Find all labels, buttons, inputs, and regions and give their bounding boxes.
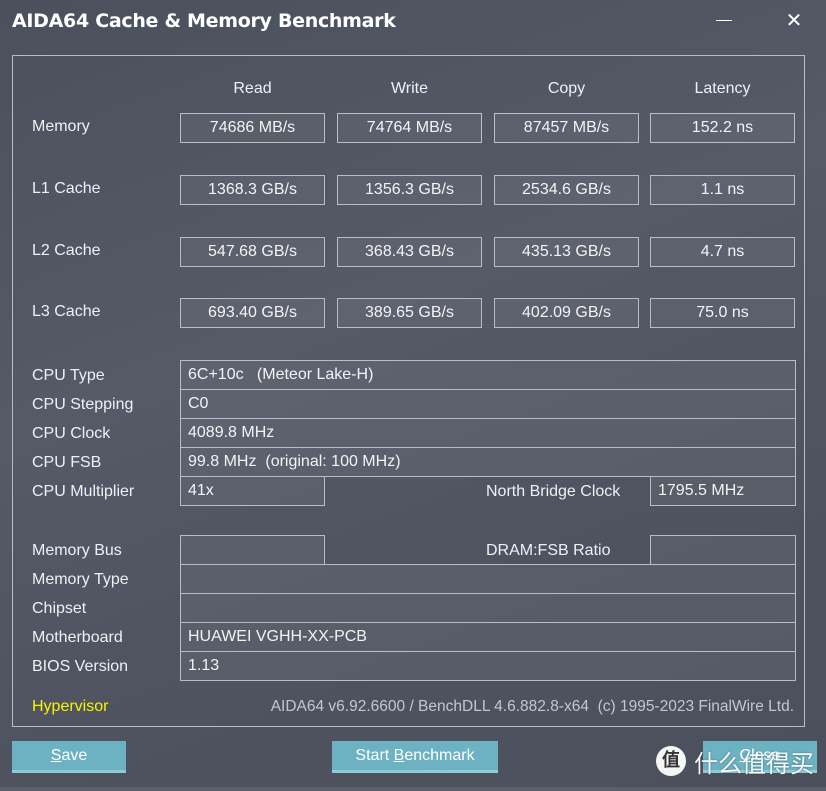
column-header-write: Write [390,80,429,97]
cpu-multiplier-value: 41x [180,476,325,506]
cpu-fsb-value: 99.8 MHz (original: 100 MHz) [180,447,796,477]
l2-write-value: 368.43 GB/s [337,237,482,267]
watermark: 值 什么值得买 [656,743,814,779]
bios-version-label: BIOS Version [32,658,129,675]
l1-write-value: 1356.3 GB/s [337,175,482,205]
chipset-label: Chipset [32,600,87,617]
l2-copy-value: 435.13 GB/s [494,237,639,267]
start-accel: B [393,747,405,764]
l1-read-value: 1368.3 GB/s [180,175,325,205]
title-bar: AIDA64 Cache & Memory Benchmark ✕ [0,0,826,48]
memory-copy-value: 87457 MB/s [494,113,639,143]
save-accel: S [50,747,62,764]
memory-bus-label: Memory Bus [32,542,122,559]
row-label: L1 Cache [32,180,101,197]
start-benchmark-button[interactable]: Start Benchmark [332,741,498,773]
row-label: L3 Cache [32,303,101,320]
cpu-fsb-label: CPU FSB [32,454,102,471]
l1-copy-value: 2534.6 GB/s [494,175,639,205]
save-label: ave [61,747,88,764]
bottom-edge [0,787,826,791]
north-bridge-clock-label: North Bridge Clock [486,483,621,500]
close-window-button[interactable]: ✕ [776,6,812,34]
cpu-stepping-label: CPU Stepping [32,396,134,413]
dram-fsb-ratio-value [650,535,796,565]
column-header-read: Read [233,80,272,97]
cpu-type-value: 6C+10c (Meteor Lake-H) [180,360,796,390]
start-label-pre: Start [355,747,394,764]
chipset-value [180,593,796,623]
l3-copy-value: 402.09 GB/s [494,298,639,328]
watermark-text: 什么值得买 [694,749,814,778]
watermark-logo-icon: 值 [656,746,686,776]
close-icon: ✕ [785,8,803,32]
bios-version-value: 1.13 [180,651,796,681]
minimize-button[interactable] [706,6,742,34]
north-bridge-clock-value: 1795.5 MHz [650,476,796,506]
dram-fsb-ratio-label: DRAM:FSB Ratio [486,542,611,559]
l3-latency-value: 75.0 ns [650,298,795,328]
cpu-type-label: CPU Type [32,367,105,384]
version-copyright-text: AIDA64 v6.92.6600 / BenchDLL 4.6.882.8-x… [270,698,794,715]
cpu-stepping-value: C0 [180,389,796,419]
memory-read-value: 74686 MB/s [180,113,325,143]
start-label-rest: enchmark [404,747,475,764]
save-button[interactable]: Save [12,741,126,773]
hypervisor-link[interactable]: Hypervisor [32,698,108,716]
memory-type-label: Memory Type [32,571,129,588]
memory-write-value: 74764 MB/s [337,113,482,143]
column-header-copy: Copy [547,80,586,97]
l3-read-value: 693.40 GB/s [180,298,325,328]
column-header-latency: Latency [694,80,751,97]
l2-read-value: 547.68 GB/s [180,237,325,267]
row-label: Memory [32,118,90,135]
cpu-multiplier-label: CPU Multiplier [32,483,135,500]
row-label: L2 Cache [32,242,101,259]
motherboard-label: Motherboard [32,629,123,646]
window-title: AIDA64 Cache & Memory Benchmark [12,10,396,32]
cpu-clock-value: 4089.8 MHz [180,418,796,448]
memory-type-value [180,564,796,594]
cpu-clock-label: CPU Clock [32,425,111,442]
l1-latency-value: 1.1 ns [650,175,795,205]
memory-latency-value: 152.2 ns [650,113,795,143]
l2-latency-value: 4.7 ns [650,237,795,267]
memory-bus-value [180,535,325,565]
motherboard-value: HUAWEI VGHH-XX-PCB [180,622,796,652]
l3-write-value: 389.65 GB/s [337,298,482,328]
